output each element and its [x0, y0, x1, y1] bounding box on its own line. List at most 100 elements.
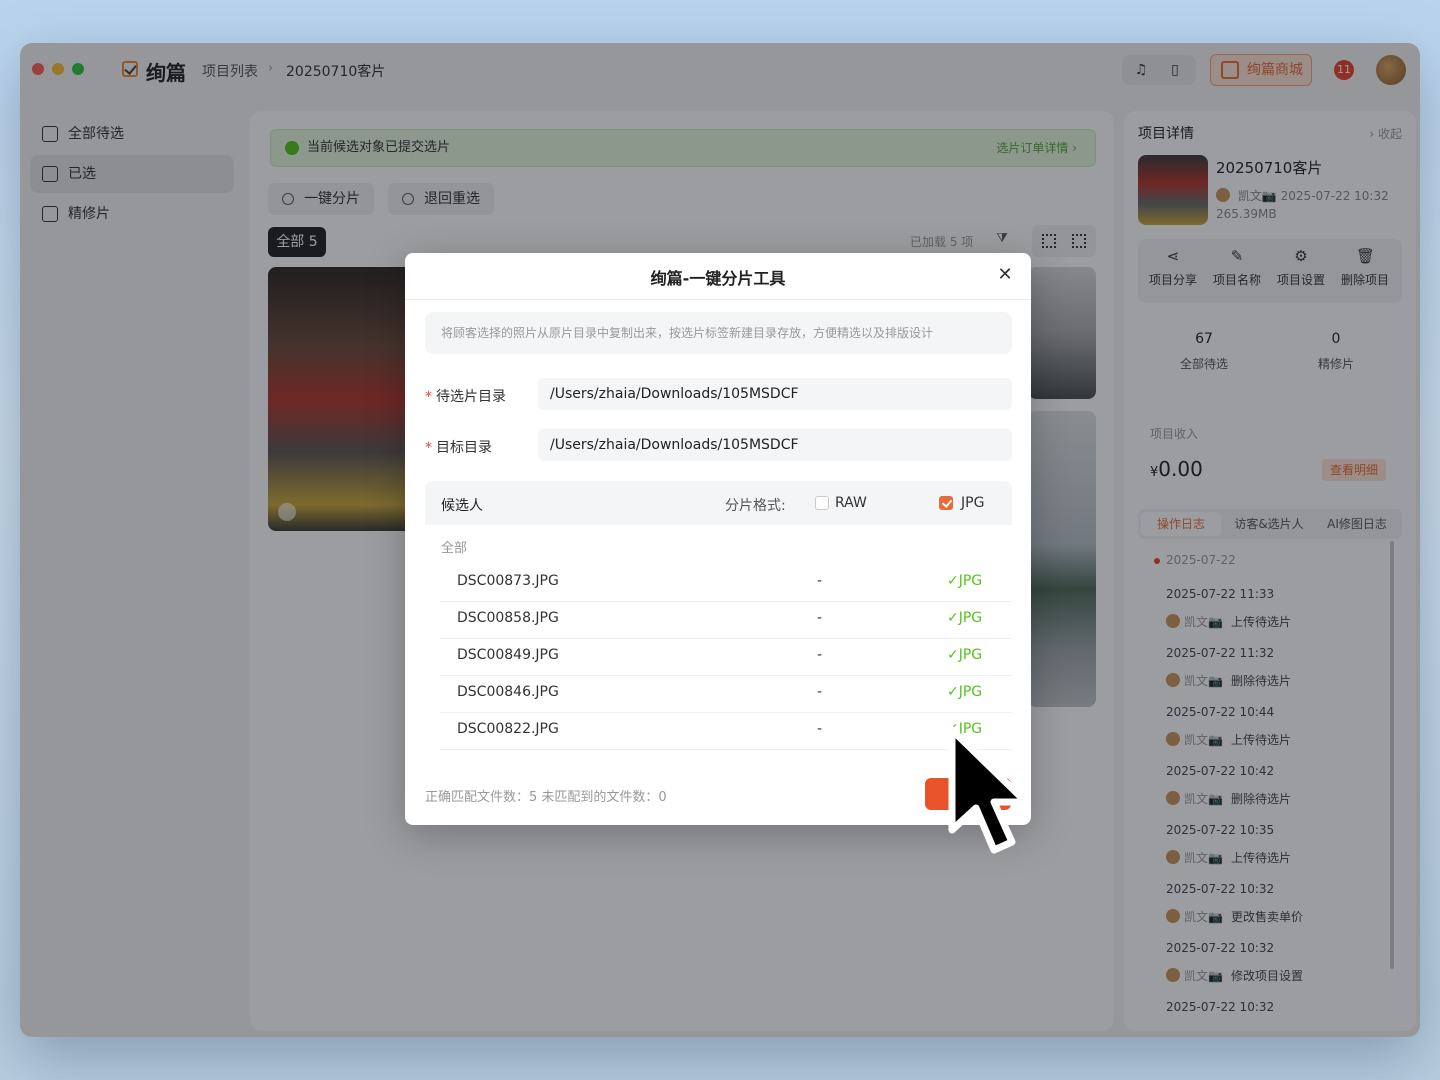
- tab-operation-log[interactable]: 操作日志: [1141, 512, 1221, 536]
- panel-title: 项目详情: [1138, 126, 1194, 142]
- sidebar-item-all-pending[interactable]: 全部待选: [30, 115, 234, 153]
- raw-status: -: [817, 573, 823, 589]
- created-time: 2025-07-22 10:32: [1280, 189, 1389, 203]
- headset-icon[interactable]: ♫: [1132, 61, 1150, 79]
- log-time: 2025-07-22 11:33: [1166, 587, 1275, 601]
- share-project-button[interactable]: ⋖ 项目分享: [1142, 247, 1204, 288]
- stat-retouched: 0 精修片: [1270, 331, 1402, 372]
- log-user: 凯文📷: [1184, 733, 1223, 747]
- file-table: 候选人 分片格式: RAW JPG 全部 DSC00873.JPG - ✓JPG DS…: [425, 481, 1012, 750]
- sidebar-item-label: 全部待选: [68, 126, 124, 142]
- project-size: 265.39MB: [1216, 207, 1277, 221]
- return-button-label: 退回重选: [424, 191, 480, 207]
- project-name: 20250710客片: [1216, 159, 1323, 177]
- jpg-checkbox-label[interactable]: JPG: [961, 495, 984, 511]
- jpg-status: ✓JPG: [947, 684, 983, 700]
- log-entry: 2025-07-22 10:35 凯文📷 上传待选片: [1166, 823, 1386, 866]
- stat-value: 0: [1331, 331, 1341, 347]
- breadcrumb-separator: ›: [268, 61, 274, 76]
- grid-small-icon[interactable]: [1072, 234, 1086, 248]
- raw-status: -: [817, 610, 823, 626]
- shop-button[interactable]: 绚篇商城: [1210, 54, 1312, 86]
- stat-all-pending: 67 全部待选: [1138, 331, 1270, 372]
- stat-label: 精修片: [1317, 357, 1354, 371]
- dialog-title: 绚篇-一键分片工具: [650, 269, 786, 288]
- log-time: 2025-07-22 11:32: [1166, 646, 1275, 660]
- mouse-cursor-icon: [948, 726, 1030, 854]
- avatar: [1166, 909, 1180, 923]
- project-actions: ⋖ 项目分享 ✎ 项目名称 ⚙ 项目设置 🗑 删除项目: [1138, 239, 1402, 303]
- photo-thumbnail[interactable]: [1028, 267, 1096, 399]
- log-action: 上传待选片: [1230, 615, 1291, 629]
- log-action: 删除待选片: [1230, 792, 1291, 806]
- table-row: DSC00846.JPG - ✓JPG: [439, 676, 1012, 713]
- success-icon: [285, 141, 299, 155]
- photo-thumbnail[interactable]: [1028, 411, 1096, 707]
- project-detail-panel: 项目详情 › 收起 20250710客片 凯文📷 2025-07-22 10:3…: [1124, 111, 1416, 1031]
- return-reselect-button[interactable]: 退回重选: [388, 183, 494, 215]
- title-bar: 绚篇 项目列表 › 20250710客片 ♫ ▯ 绚篇商城 11: [20, 43, 1420, 95]
- log-detail: 凯文📷 上传待选片: [1166, 731, 1386, 748]
- avatar[interactable]: [1376, 55, 1406, 85]
- tab-ai-log[interactable]: AI修图日志: [1314, 509, 1400, 539]
- log-entry: 2025-07-22 10:32 凯文📷 更改售卖单价: [1166, 882, 1386, 925]
- trash-icon: 🗑: [1356, 247, 1376, 265]
- check-circle-icon[interactable]: [278, 503, 296, 521]
- target-dir-field[interactable]: /Users/zhaia/Downloads/105MSDCF: [538, 429, 1012, 461]
- scrollbar[interactable]: [1390, 541, 1394, 969]
- avatar: [1216, 188, 1230, 202]
- filter-icon[interactable]: ⧩: [992, 231, 1012, 251]
- required-mark: *: [425, 440, 432, 456]
- view-detail-button[interactable]: 查看明细: [1321, 459, 1386, 481]
- income-amount: 0.00: [1158, 457, 1203, 481]
- source-dir-label: * 待选片目录: [425, 386, 506, 406]
- tab-all-count: 5: [308, 234, 318, 250]
- image-check-icon: [42, 166, 58, 182]
- collapse-button[interactable]: › 收起: [1369, 125, 1402, 142]
- logo-icon: [122, 61, 138, 77]
- banner-text: 当前候选对象已提交选片: [307, 140, 451, 155]
- jpg-checkbox[interactable]: [939, 496, 953, 510]
- order-detail-link[interactable]: 选片订单详情 ›: [996, 130, 1077, 166]
- file-name: DSC00858.JPG: [457, 610, 559, 626]
- sidebar-item-selected[interactable]: 已选: [30, 155, 234, 193]
- raw-checkbox-label[interactable]: RAW: [835, 495, 867, 511]
- raw-checkbox[interactable]: [815, 496, 829, 510]
- file-name: DSC00822.JPG: [457, 721, 559, 737]
- log-user: 凯文📷: [1184, 674, 1223, 688]
- table-row: DSC00849.JPG - ✓JPG: [439, 639, 1012, 676]
- match-summary: 正确匹配文件数：5 未匹配到的文件数：0: [425, 790, 667, 805]
- sidebar-item-retouched[interactable]: 精修片: [30, 195, 234, 233]
- raw-status: -: [817, 647, 823, 663]
- split-button[interactable]: 一键分片: [268, 183, 374, 215]
- phone-icon[interactable]: ▯: [1166, 61, 1184, 79]
- source-dir-field[interactable]: /Users/zhaia/Downloads/105MSDCF: [538, 378, 1012, 410]
- log-action: 修改项目设置: [1230, 969, 1303, 983]
- log-time: 2025-07-22 10:32: [1166, 882, 1275, 896]
- project-settings-button[interactable]: ⚙ 项目设置: [1270, 247, 1332, 288]
- split-button-label: 一键分片: [304, 191, 360, 207]
- return-icon: [402, 193, 414, 205]
- close-icon[interactable]: ✕: [995, 265, 1015, 285]
- sidebar-item-label: 已选: [68, 166, 96, 182]
- zoom-window-button[interactable]: [72, 63, 84, 75]
- raw-status: -: [817, 721, 823, 737]
- photo-thumbnail[interactable]: [268, 267, 428, 531]
- source-dir-label-text: 待选片目录: [436, 389, 506, 405]
- tab-all[interactable]: 全部 5: [268, 227, 326, 257]
- owner-name: 凯文📷: [1237, 189, 1277, 203]
- breadcrumb-project-list[interactable]: 项目列表: [202, 61, 258, 81]
- rename-project-button[interactable]: ✎ 项目名称: [1206, 247, 1268, 288]
- log-user: 凯文📷: [1184, 851, 1223, 865]
- tab-visitors[interactable]: 访客&选片人: [1226, 509, 1312, 539]
- minimize-window-button[interactable]: [52, 63, 64, 75]
- close-window-button[interactable]: [32, 63, 44, 75]
- view-toggle: [1032, 225, 1096, 257]
- notification-badge[interactable]: 11: [1334, 60, 1354, 80]
- format-label: 分片格式:: [725, 498, 786, 514]
- action-label: 项目名称: [1212, 273, 1261, 287]
- delete-project-button[interactable]: 🗑 删除项目: [1334, 247, 1396, 288]
- sidebar-item-label: 精修片: [68, 206, 110, 222]
- grid-large-icon[interactable]: [1042, 234, 1056, 248]
- log-time: 2025-07-22 10:42: [1166, 764, 1275, 778]
